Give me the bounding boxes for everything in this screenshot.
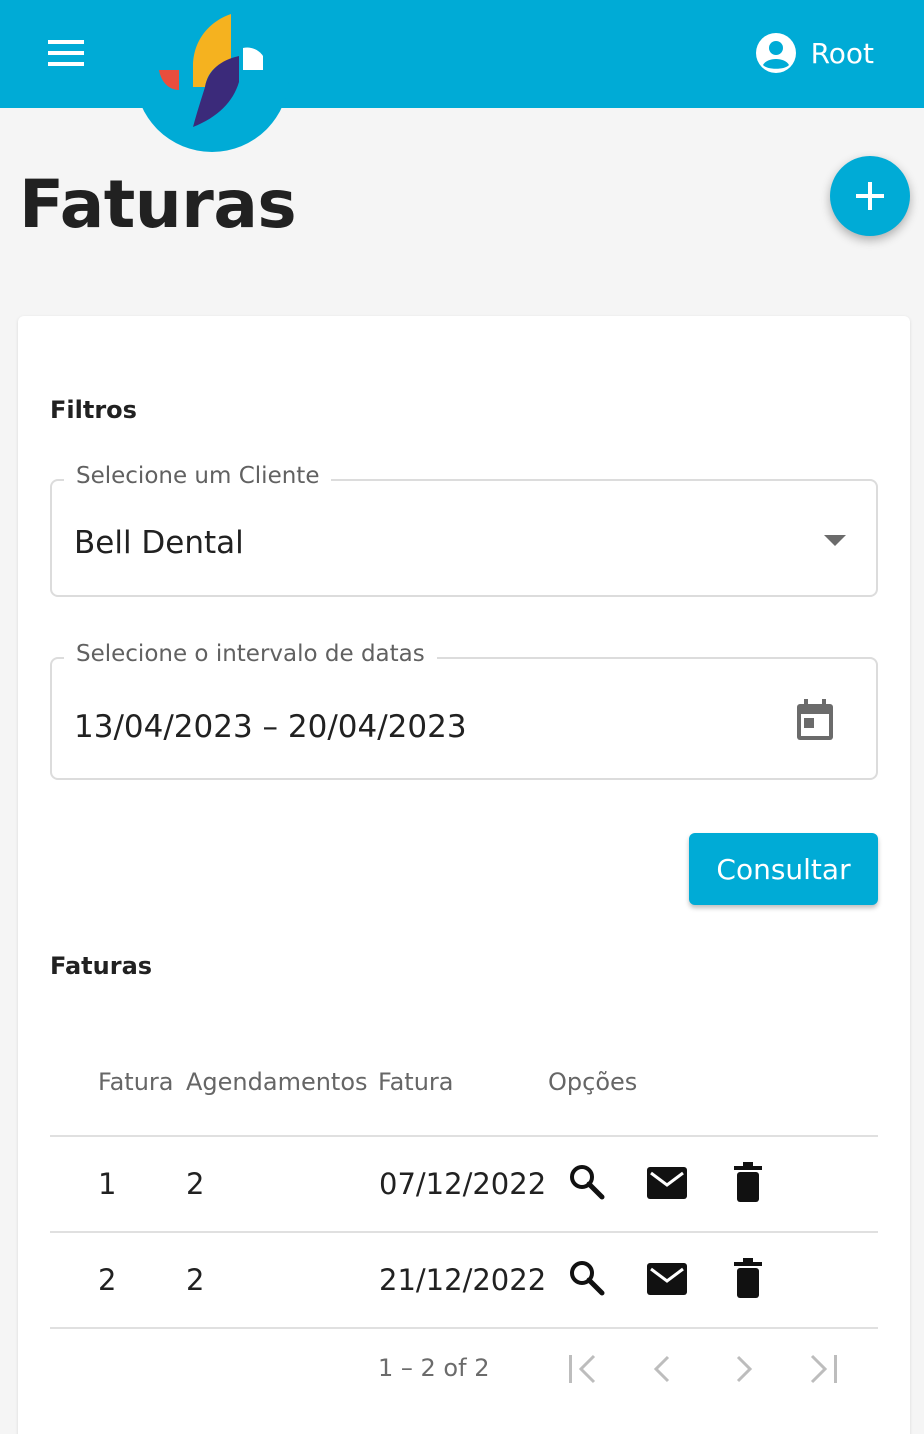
cell-data: 07/12/2022 (379, 1167, 547, 1201)
table-header: Fatura Agendamentos Fatura Opções (50, 1036, 878, 1137)
add-invoice-button[interactable] (830, 156, 910, 236)
delete-invoice-button[interactable] (734, 1162, 762, 1206)
delete-invoice-button[interactable] (734, 1258, 762, 1302)
date-range-value: 13/04/2023 – 20/04/2023 (74, 709, 467, 745)
page-title: Faturas (19, 166, 297, 243)
view-invoice-button[interactable] (568, 1163, 606, 1205)
first-page-button[interactable] (566, 1352, 600, 1390)
next-page-button[interactable] (726, 1352, 760, 1390)
delete-icon (734, 1162, 762, 1202)
user-name: Root (810, 36, 874, 70)
cell-agendamentos: 2 (186, 1167, 205, 1201)
search-icon (570, 1165, 605, 1200)
table-row: 1 2 07/12/2022 (50, 1137, 878, 1233)
column-header-data[interactable]: Fatura (378, 1068, 454, 1096)
email-icon (647, 1167, 687, 1199)
client-select-label: Selecione um Cliente (64, 463, 332, 489)
brand-logo-icon (159, 14, 263, 127)
invoices-card: Filtros Selecione um Cliente Bell Dental… (18, 316, 910, 1434)
paginator: 1 – 2 of 2 (50, 1334, 878, 1406)
client-select[interactable]: Selecione um Cliente Bell Dental (50, 463, 878, 597)
column-header-fatura[interactable]: Fatura (98, 1068, 174, 1096)
date-range-label: Selecione o intervalo de datas (64, 641, 437, 667)
cell-fatura: 1 (98, 1167, 117, 1201)
calendar-toggle-button[interactable] (796, 699, 834, 745)
add-icon (856, 182, 884, 210)
chevron-left-icon (653, 1355, 670, 1383)
date-range-field[interactable]: Selecione o intervalo de datas 13/04/202… (50, 641, 878, 780)
email-icon (647, 1263, 687, 1295)
last-page-button[interactable] (806, 1352, 840, 1390)
invoices-table: Fatura Agendamentos Fatura Opções 1 2 07… (50, 1036, 878, 1329)
calendar-icon (797, 699, 833, 740)
client-select-value: Bell Dental (74, 525, 244, 561)
cell-fatura: 2 (98, 1263, 117, 1297)
chevron-down-icon (824, 535, 846, 546)
user-circle-icon (755, 33, 796, 73)
cell-agendamentos: 2 (186, 1263, 205, 1297)
filters-title: Filtros (50, 396, 137, 424)
delete-icon (734, 1258, 762, 1298)
chevron-right-icon (736, 1355, 753, 1383)
column-header-agendamentos[interactable]: Agendamentos (186, 1068, 368, 1096)
invoices-title: Faturas (50, 952, 153, 980)
paginator-range-label: 1 – 2 of 2 (378, 1354, 490, 1382)
menu-icon (48, 40, 84, 66)
table-row: 2 2 21/12/2022 (50, 1233, 878, 1329)
column-header-opcoes: Opções (548, 1068, 638, 1096)
cell-data: 21/12/2022 (379, 1263, 547, 1297)
email-invoice-button[interactable] (647, 1167, 687, 1203)
view-invoice-button[interactable] (568, 1259, 606, 1301)
user-menu[interactable]: Root (755, 30, 874, 76)
first-page-icon (569, 1354, 596, 1384)
logo (135, 0, 289, 152)
last-page-icon (810, 1354, 837, 1384)
menu-button[interactable] (30, 28, 102, 78)
email-invoice-button[interactable] (647, 1263, 687, 1299)
consultar-button[interactable]: Consultar (689, 833, 878, 905)
previous-page-button[interactable] (646, 1352, 680, 1390)
search-icon (570, 1261, 605, 1296)
